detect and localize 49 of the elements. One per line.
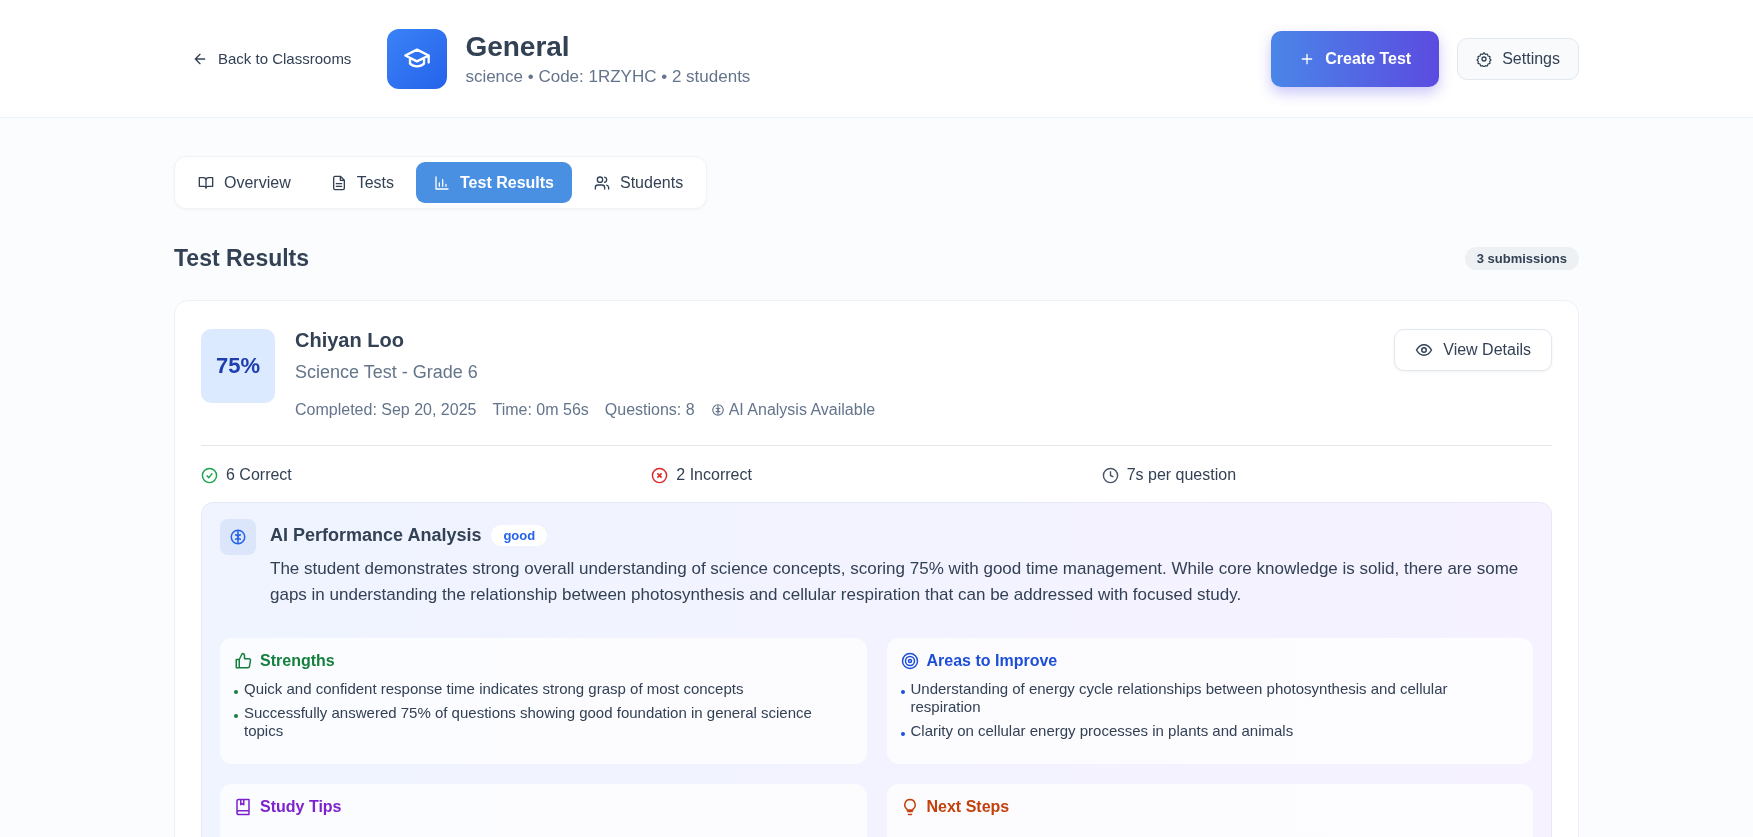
thumbs-up-icon (234, 652, 252, 670)
time-taken: Time: 0m 56s (492, 401, 589, 419)
check-circle-icon (201, 466, 218, 484)
stat-text: 6 Correct (226, 466, 292, 484)
classroom-title: General (465, 30, 571, 63)
insight-text: Successfully answered 75% of questions showing good foundation in general science topics (244, 704, 813, 740)
insight-text: Quick and confident response time indicates strong grasp of most concepts (244, 680, 744, 698)
back-link[interactable]: Back to Classrooms (192, 50, 352, 67)
analysis-title: AI Performance Analysis (270, 525, 482, 546)
completed-date: Completed: Sep 20, 2025 (295, 401, 477, 419)
settings-button[interactable]: Settings (1457, 37, 1579, 80)
clock-icon (1101, 466, 1119, 484)
test-name: Science Test - Grade 6 (295, 362, 479, 383)
gear-icon (1476, 50, 1493, 67)
create-test-button[interactable]: Create Test (1271, 30, 1440, 87)
x-circle-icon (651, 466, 669, 484)
document-icon (330, 174, 347, 191)
tab[interactable]: Students (576, 162, 702, 203)
rating-badge: good (491, 525, 548, 546)
graduation-cap-icon (387, 28, 448, 89)
eye-icon (1415, 341, 1434, 359)
insight-title: Study Tips (260, 798, 342, 816)
bar-chart-icon (434, 174, 451, 191)
score-badge: 75% (201, 329, 275, 403)
insight-text: Understanding of energy cycle relationships between photosynthesis and cellular respiration (910, 680, 1449, 716)
tab[interactable]: Tests (312, 162, 413, 203)
section-title: Test Results (174, 245, 310, 272)
insight-title: Next Steps (926, 798, 1010, 816)
bookmark-book-icon (234, 798, 252, 816)
analysis-summary: The student demonstrates strong overall understanding of science concepts, scoring 75% with good time management. While core knowledge is solid, there are some gaps in understanding the relationship between photosynthesis and cellular respiration that can be addressed with focused study. (270, 558, 1520, 606)
stat-text: 2 Incorrect (676, 466, 752, 484)
bullet-dot (234, 714, 238, 718)
target-icon (900, 652, 919, 670)
users-icon (594, 174, 610, 191)
insight-title: Areas to Improve (926, 652, 1058, 670)
bullet-dot (234, 690, 238, 694)
insight-text: Clarity on cellular energy processes in plants and animals (910, 722, 1294, 740)
bullet-dot (900, 732, 905, 736)
student-name: Chiyan Loo (295, 329, 405, 352)
view-details-button[interactable]: View Details (1394, 329, 1552, 371)
question-count: Questions: 8 (604, 401, 695, 419)
submission-count-badge: 3 submissions (1464, 247, 1579, 270)
stat-text: 7s per question (1126, 466, 1237, 484)
classroom-subtitle: science • Code: 1RZYHC • 2 students (465, 66, 751, 87)
bullet-dot (900, 690, 905, 694)
book-icon (198, 174, 214, 191)
insight-title: Strengths (260, 652, 335, 670)
ai-analysis-label: AI Analysis Available (728, 401, 876, 419)
tab[interactable]: Overview (180, 162, 309, 203)
